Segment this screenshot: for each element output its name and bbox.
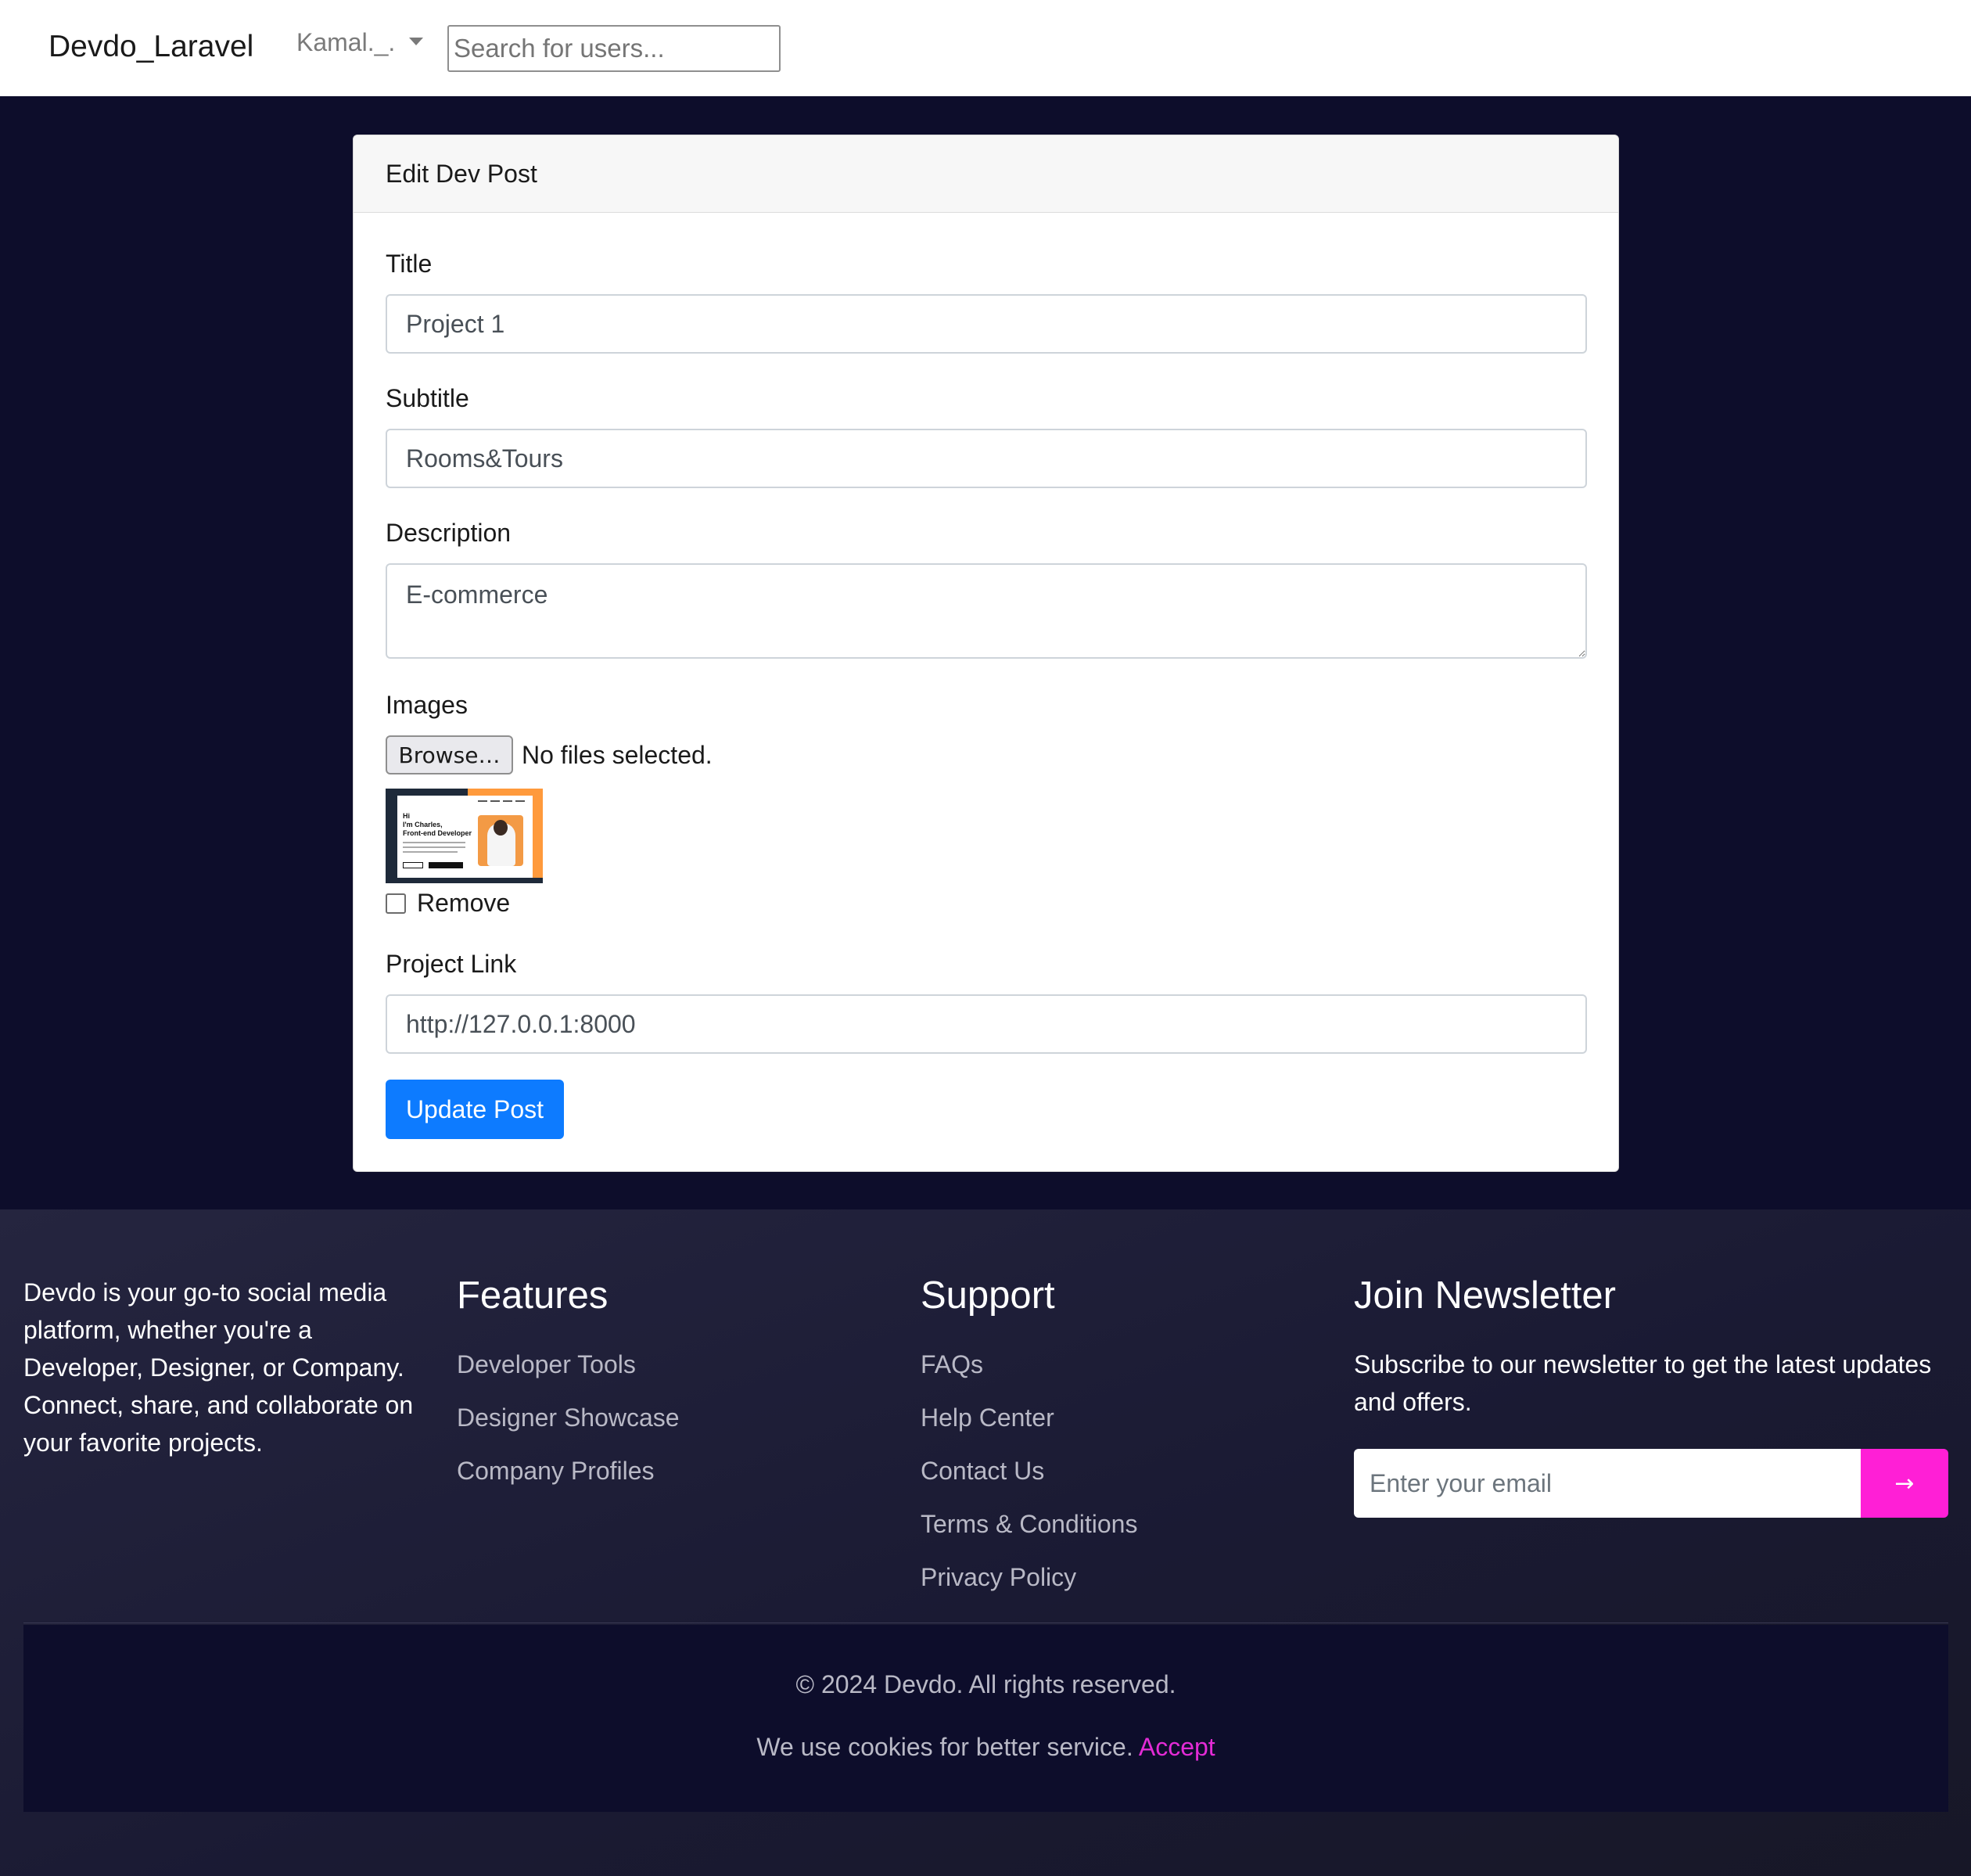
subtitle-label: Subtitle	[386, 384, 469, 412]
project-image-thumbnail: Hi I'm Charles, Front-end Developer	[386, 789, 543, 883]
accept-cookies-link[interactable]: Accept	[1139, 1733, 1215, 1761]
newsletter-description: Subscribe to our newsletter to get the l…	[1354, 1350, 1932, 1416]
developer-photo	[478, 815, 523, 866]
update-post-button[interactable]: Update Post	[386, 1080, 564, 1139]
footer-link-help-center[interactable]: Help Center	[921, 1403, 1054, 1432]
site-footer: Devdo is your go-to social media platfor…	[0, 1209, 1971, 1876]
project-link-label: Project Link	[386, 950, 517, 978]
chevron-down-icon	[409, 37, 424, 45]
description-textarea[interactable]: E-commerce	[386, 563, 1587, 659]
thumbnail-text: Hi I'm Charles, Front-end Developer	[403, 812, 472, 837]
footer-link-designer-showcase[interactable]: Designer Showcase	[457, 1403, 680, 1432]
newsletter-heading: Join Newsletter	[1354, 1274, 1616, 1317]
subscribe-arrow-button[interactable]: →	[1861, 1449, 1948, 1518]
footer-link-faqs[interactable]: FAQs	[921, 1350, 983, 1379]
features-heading: Features	[457, 1274, 609, 1317]
newsletter-email-input[interactable]	[1354, 1449, 1861, 1518]
project-link-input[interactable]	[386, 994, 1587, 1054]
images-label: Images	[386, 691, 468, 719]
top-navbar: Devdo_Laravel Kamal._.	[0, 0, 1971, 96]
footer-link-contact-us[interactable]: Contact Us	[921, 1457, 1044, 1486]
file-input: Browse… No files selected.	[386, 735, 713, 774]
footer-link-company-profiles[interactable]: Company Profiles	[457, 1457, 655, 1486]
remove-label: Remove	[417, 889, 511, 917]
title-label: Title	[386, 250, 433, 278]
brand-logo[interactable]: Devdo_Laravel	[48, 30, 253, 64]
copyright-text: © 2024 Devdo. All rights reserved.	[795, 1670, 1176, 1698]
user-search-input[interactable]	[447, 25, 781, 72]
footer-bottom-bar: © 2024 Devdo. All rights reserved. We us…	[23, 1625, 1948, 1812]
file-status-text: No files selected.	[522, 740, 713, 769]
user-dropdown[interactable]: Kamal._.	[296, 28, 424, 57]
remove-checkbox[interactable]	[386, 893, 406, 914]
footer-link-terms[interactable]: Terms & Conditions	[921, 1510, 1137, 1539]
subtitle-input[interactable]	[386, 429, 1587, 488]
footer-link-developer-tools[interactable]: Developer Tools	[457, 1350, 636, 1379]
footer-link-privacy[interactable]: Privacy Policy	[921, 1563, 1076, 1592]
cookie-text: We use cookies for better service.	[756, 1733, 1139, 1761]
description-label: Description	[386, 519, 512, 547]
support-heading: Support	[921, 1274, 1055, 1317]
edit-post-card: Edit Dev Post Title Subtitle Description…	[353, 135, 1619, 1172]
footer-about-text: Devdo is your go-to social media platfor…	[23, 1278, 414, 1457]
cookie-notice: We use cookies for better service. Accep…	[23, 1733, 1948, 1762]
card-header: Edit Dev Post	[354, 135, 1618, 213]
browse-button[interactable]: Browse…	[386, 735, 513, 774]
remove-image-option[interactable]: Remove	[386, 889, 510, 918]
user-dropdown-label: Kamal._.	[296, 28, 396, 56]
title-input[interactable]	[386, 294, 1587, 354]
